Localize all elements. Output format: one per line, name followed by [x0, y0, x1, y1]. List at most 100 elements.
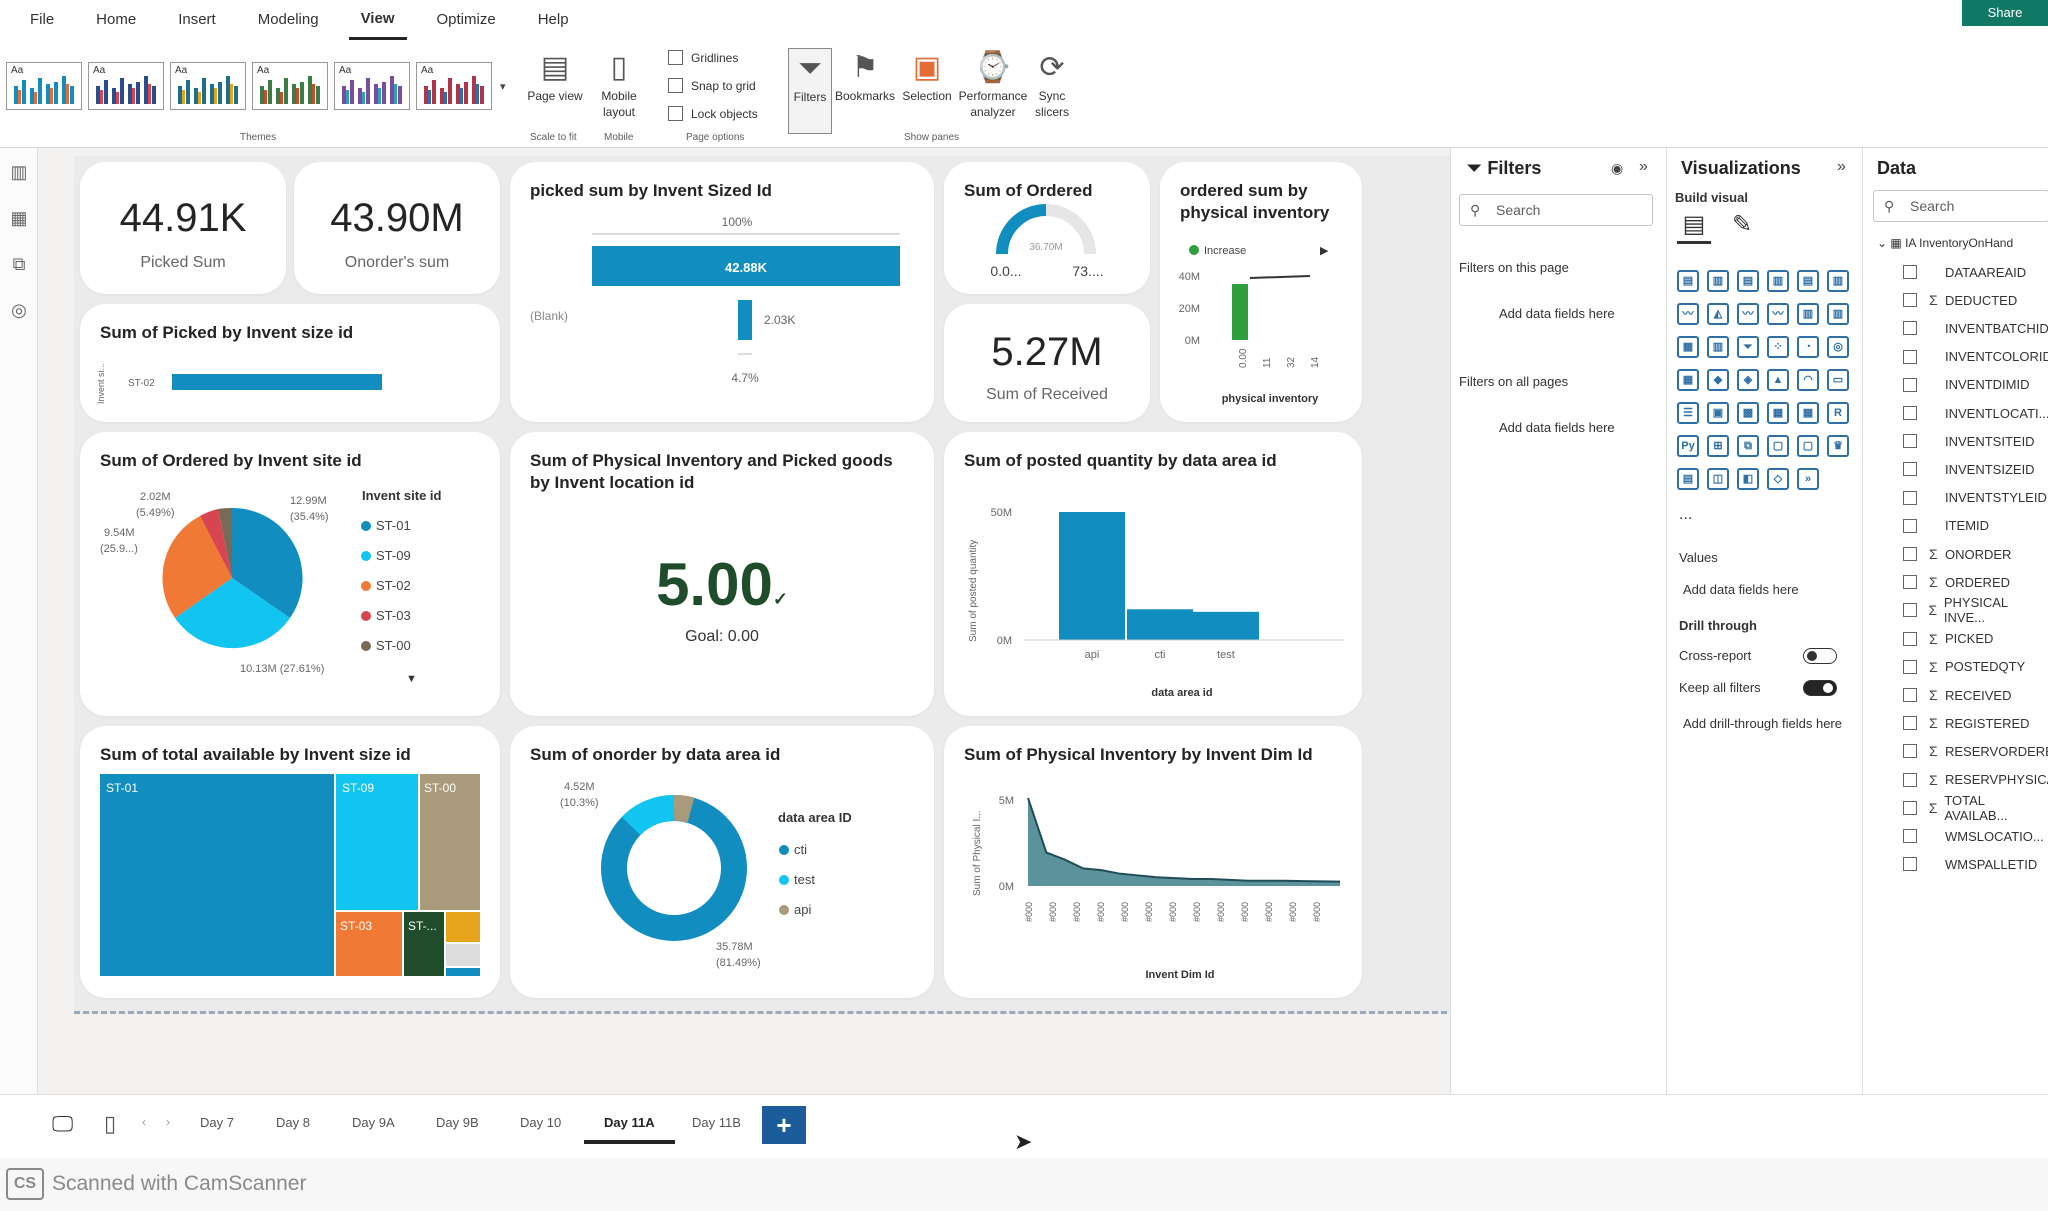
- theme-thumbnail[interactable]: Aa: [170, 62, 246, 110]
- page-tab-active[interactable]: Day 11A: [584, 1115, 675, 1144]
- field-row[interactable]: DATAAREAID: [1903, 262, 2026, 282]
- filters-on-page-dropzone[interactable]: Add data fields here: [1499, 306, 1615, 321]
- field-checkbox[interactable]: [1903, 603, 1917, 618]
- field-checkbox[interactable]: [1903, 744, 1917, 759]
- physical-inventory-kpi-card[interactable]: Sum of Physical Inventory and Picked goo…: [510, 432, 934, 716]
- ribbon-icon[interactable]: 〰: [1767, 303, 1789, 325]
- field-checkbox[interactable]: [1903, 688, 1917, 702]
- clustered-column-icon[interactable]: ▥: [1767, 270, 1789, 292]
- dax-query-icon[interactable]: ◎: [8, 300, 30, 322]
- menu-optimize[interactable]: Optimize: [425, 0, 508, 40]
- prev-page-icon[interactable]: ‹: [142, 1115, 146, 1129]
- filters-pane-button[interactable]: ⏷ Filters: [788, 48, 832, 134]
- multi-row-card-icon[interactable]: ☰: [1677, 402, 1699, 424]
- onorder-sum-card[interactable]: 43.90M Onorder's sum: [294, 162, 500, 294]
- menu-modeling[interactable]: Modeling: [246, 0, 331, 40]
- received-sum-card[interactable]: 5.27M Sum of Received: [944, 304, 1150, 422]
- gridlines-checkbox[interactable]: Gridlines: [668, 50, 738, 65]
- field-row[interactable]: INVENTLOCATI...: [1903, 403, 2048, 423]
- model-view-icon[interactable]: ⧉: [8, 254, 30, 276]
- field-row[interactable]: Σ RECEIVED: [1903, 685, 2011, 705]
- theme-thumbnail[interactable]: Aa: [252, 62, 328, 110]
- keep-all-filters-toggle[interactable]: [1803, 680, 1837, 696]
- format-visual-tab-icon[interactable]: ✎: [1725, 210, 1759, 244]
- table-view-icon[interactable]: ▦: [8, 208, 30, 230]
- theme-thumbnail[interactable]: Aa: [416, 62, 492, 110]
- field-row[interactable]: INVENTBATCHID: [1903, 318, 2048, 338]
- line-stacked-column-icon[interactable]: ▥: [1827, 303, 1849, 325]
- add-page-button[interactable]: +: [762, 1106, 806, 1144]
- menu-view[interactable]: View: [348, 0, 407, 40]
- table-icon[interactable]: ▦: [1767, 402, 1789, 424]
- eye-icon[interactable]: ◉: [1611, 160, 1623, 177]
- clustered-bar-icon[interactable]: ▤: [1737, 270, 1759, 292]
- desktop-view-icon[interactable]: 🖵: [52, 1111, 73, 1137]
- posted-quantity-bar-chart[interactable]: Sum of posted quantity by data area id S…: [944, 432, 1362, 716]
- field-checkbox[interactable]: [1903, 434, 1917, 449]
- field-checkbox[interactable]: [1903, 575, 1917, 590]
- 100-column-icon[interactable]: ▥: [1827, 270, 1849, 292]
- field-checkbox[interactable]: [1903, 349, 1917, 364]
- stacked-area-icon[interactable]: 〰: [1737, 303, 1759, 325]
- report-view-icon[interactable]: ▥: [8, 162, 30, 184]
- field-checkbox[interactable]: [1903, 857, 1917, 872]
- field-checkbox[interactable]: [1903, 800, 1917, 815]
- page-tab[interactable]: Day 7: [200, 1115, 234, 1130]
- stacked-bar-icon[interactable]: ▤: [1677, 270, 1699, 292]
- treemap-icon[interactable]: ▦: [1677, 369, 1699, 391]
- snap-to-grid-checkbox[interactable]: Snap to grid: [668, 78, 756, 93]
- build-visual-tab-icon[interactable]: ▤: [1677, 210, 1711, 244]
- collapse-icon[interactable]: »: [1837, 158, 1846, 176]
- waterfall-icon[interactable]: ▦: [1677, 336, 1699, 358]
- ordered-gauge-card[interactable]: Sum of Ordered 36.70M 0.0... 73....: [944, 162, 1150, 294]
- picked-funnel-chart[interactable]: picked sum by Invent Sized Id 100% 42.88…: [510, 162, 934, 422]
- decomposition-tree-icon[interactable]: ⧉: [1737, 435, 1759, 457]
- field-row[interactable]: INVENTCOLORID: [1903, 347, 2048, 367]
- funnel-bar-icon[interactable]: ▥: [1707, 336, 1729, 358]
- onorder-donut-chart[interactable]: Sum of onorder by data area id 4.52M (10…: [510, 726, 934, 998]
- themes-more-icon[interactable]: ▾: [500, 80, 506, 93]
- kpi-icon[interactable]: ▣: [1707, 402, 1729, 424]
- qa-icon[interactable]: ▢: [1767, 435, 1789, 457]
- 100-bar-icon[interactable]: ▤: [1797, 270, 1819, 292]
- field-row[interactable]: Σ ORDERED: [1903, 572, 2010, 592]
- field-checkbox[interactable]: [1903, 829, 1917, 843]
- field-row[interactable]: Σ ONORDER: [1903, 544, 2011, 564]
- slicer-icon[interactable]: ▩: [1737, 402, 1759, 424]
- line-icon[interactable]: 〰: [1677, 303, 1699, 325]
- field-checkbox[interactable]: [1903, 716, 1917, 731]
- filters-search-input[interactable]: ⚲ Search: [1459, 194, 1653, 226]
- field-row[interactable]: Σ PICKED: [1903, 629, 1993, 649]
- field-row[interactable]: ITEMID: [1903, 516, 1989, 536]
- collapse-icon[interactable]: »: [1639, 158, 1648, 176]
- bookmarks-button[interactable]: ⚑ Bookmarks: [834, 48, 896, 104]
- field-row[interactable]: Σ PHYSICAL INVE...: [1903, 595, 2048, 625]
- field-checkbox[interactable]: [1903, 462, 1917, 477]
- field-checkbox[interactable]: [1903, 265, 1917, 279]
- filters-all-pages-dropzone[interactable]: Add data fields here: [1499, 420, 1615, 435]
- map-icon[interactable]: ◆: [1707, 369, 1729, 391]
- drill-through-dropzone[interactable]: Add drill-through fields here: [1683, 716, 1842, 731]
- narrative-icon[interactable]: ▢: [1797, 435, 1819, 457]
- shape-map-icon[interactable]: ◇: [1767, 468, 1789, 490]
- sync-slicers-button[interactable]: ⟳ Sync slicers: [1024, 48, 1080, 120]
- matrix-icon[interactable]: ▦: [1797, 402, 1819, 424]
- power-automate-icon[interactable]: ◧: [1737, 468, 1759, 490]
- page-tab[interactable]: Day 10: [520, 1115, 561, 1130]
- menu-file[interactable]: File: [18, 0, 66, 40]
- performance-analyzer-button[interactable]: ⌚ Performance analyzer: [958, 48, 1028, 120]
- ordered-waterfall-chart[interactable]: ordered sum by physical inventory Increa…: [1160, 162, 1362, 422]
- ordered-by-site-pie-chart[interactable]: Sum of Ordered by Invent site id 2.02M (…: [80, 432, 500, 716]
- page-view-button[interactable]: ▤ Page view: [524, 48, 586, 104]
- share-button[interactable]: Share: [1962, 0, 2048, 26]
- python-visual-icon[interactable]: Py: [1677, 435, 1699, 457]
- total-available-treemap[interactable]: Sum of total available by Invent size id…: [80, 726, 500, 998]
- next-page-icon[interactable]: ›: [166, 1115, 170, 1129]
- field-row[interactable]: INVENTSTYLEID: [1903, 488, 2047, 508]
- scatter-icon[interactable]: ⁘: [1767, 336, 1789, 358]
- field-row[interactable]: Σ REGISTERED: [1903, 713, 2030, 733]
- funnel-icon[interactable]: ⏷: [1737, 336, 1759, 358]
- filled-map-icon[interactable]: ◈: [1737, 369, 1759, 391]
- menu-home[interactable]: Home: [84, 0, 148, 40]
- values-dropzone[interactable]: Add data fields here: [1683, 582, 1799, 597]
